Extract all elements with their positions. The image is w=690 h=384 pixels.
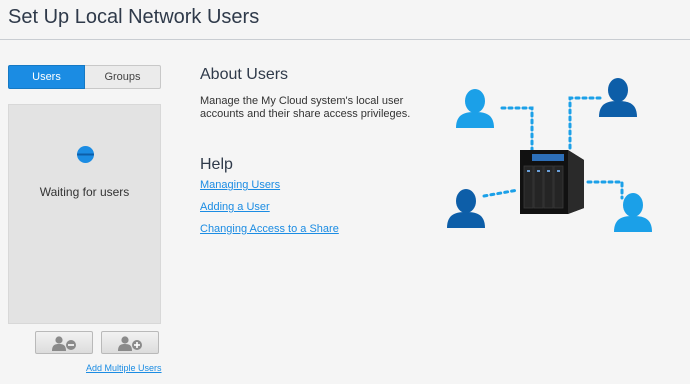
tab-users[interactable]: Users [8,65,85,89]
waiting-status: Waiting for users [39,185,130,199]
help-link-managing-users[interactable]: Managing Users [200,179,280,191]
tab-groups[interactable]: Groups [85,65,161,89]
nas-device-icon [520,150,584,214]
user-plus-icon [118,335,142,351]
add-user-button[interactable] [101,331,159,354]
loading-spinner-icon [77,146,94,163]
user-icon-top-left [456,89,494,128]
help-link-changing-access[interactable]: Changing Access to a Share [200,223,339,235]
help-heading: Help [200,156,233,173]
about-users-heading: About Users [200,66,289,83]
title-divider [0,39,690,40]
help-link-adding-user[interactable]: Adding a User [200,201,270,213]
user-minus-icon [52,335,76,351]
remove-user-button[interactable] [35,331,93,354]
user-list-panel: Waiting for users [8,104,161,324]
user-icon-bottom-left [447,189,485,228]
user-icon-top-right [599,78,637,117]
users-groups-tabs: Users Groups [8,65,161,89]
user-icon-bottom-right [614,193,652,232]
network-users-illustration [447,78,652,232]
about-users-description: Manage the My Cloud system's local user … [200,95,411,120]
page-title: Set Up Local Network Users [8,6,260,28]
add-multiple-users-link[interactable]: Add Multiple Users [86,363,162,373]
